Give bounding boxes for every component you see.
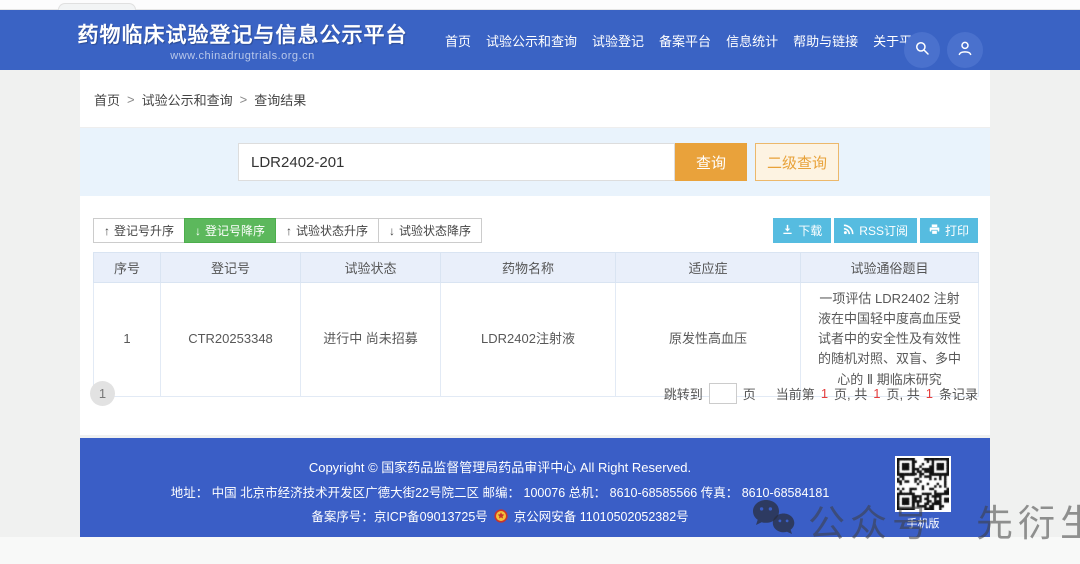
rss-button[interactable]: RSS订阅: [834, 218, 917, 243]
breadcrumb: 首页 > 试验公示和查询 > 查询结果: [94, 70, 306, 128]
cell-indication: 原发性高血压: [616, 283, 801, 397]
download-button[interactable]: 下载: [773, 218, 831, 243]
footer-address: 地址： 中国 北京市经济技术开发区广德大街22号院二区 邮编： 100076 总…: [80, 482, 920, 501]
nav-home[interactable]: 首页: [445, 31, 471, 50]
sort-status-desc-button[interactable]: ↓ 试验状态降序: [378, 218, 482, 243]
nav-statistics[interactable]: 信息统计: [726, 31, 778, 50]
action-button-label: 下载: [798, 222, 822, 239]
breadcrumb-current: 查询结果: [254, 90, 306, 109]
download-icon: [782, 224, 793, 238]
footer-filing-line: 备案序号：京ICP备09013725号 京公网安备 11010502052382…: [80, 506, 920, 525]
nav-trial-search[interactable]: 试验公示和查询: [486, 31, 577, 50]
action-button-group: 下载 RSS订阅 打印: [773, 218, 978, 243]
cell-drug-name: LDR2402注射液: [441, 283, 616, 397]
nav-filing-platform[interactable]: 备案平台: [659, 31, 711, 50]
results-section: ↑ 登记号升序 ↓ 登记号降序 ↑ 试验状态升序 ↓ 试验状态降序 下载: [80, 196, 990, 435]
nav-trial-register[interactable]: 试验登记: [592, 31, 644, 50]
breadcrumb-separator: >: [127, 92, 135, 107]
results-table: 序号 登记号 试验状态 药物名称 适应症 试验通俗题目 1 CTR2025334…: [93, 252, 979, 397]
site-header: 药物临床试验登记与信息公示平台 www.chinadrugtrials.org.…: [0, 10, 1080, 70]
action-button-label: 打印: [945, 222, 969, 239]
main-nav: 首页 试验公示和查询 试验登记 备案平台 信息统计 帮助与链接 关于平台: [445, 10, 925, 70]
records-suffix: 条记录: [939, 384, 978, 403]
col-registration-number: 登记号: [161, 253, 301, 283]
site-title: 药物临床试验登记与信息公示平台: [75, 19, 410, 49]
records-separator-text: 页, 共: [887, 384, 920, 403]
current-page-prefix: 当前第: [776, 384, 815, 403]
sort-button-label: 试验状态降序: [399, 222, 471, 239]
print-icon: [929, 224, 940, 238]
sort-button-label: 登记号降序: [205, 222, 265, 239]
page-1-button[interactable]: 1: [90, 381, 115, 406]
sort-button-label: 试验状态升序: [296, 222, 368, 239]
nav-help-links[interactable]: 帮助与链接: [793, 31, 858, 50]
total-pages-number: 1: [873, 386, 880, 401]
print-button[interactable]: 打印: [920, 218, 978, 243]
breadcrumb-home[interactable]: 首页: [94, 90, 120, 109]
sort-button-group: ↑ 登记号升序 ↓ 登记号降序 ↑ 试验状态升序 ↓ 试验状态降序: [93, 218, 481, 243]
icp-filing-text[interactable]: 备案序号：京ICP备09013725号: [311, 506, 487, 525]
browser-chrome-sliver: [0, 0, 1080, 10]
breadcrumb-section: 首页 > 试验公示和查询 > 查询结果: [80, 70, 990, 128]
table-header-row: 序号 登记号 试验状态 药物名称 适应症 试验通俗题目: [94, 253, 979, 283]
search-section: 查询 二级查询: [80, 128, 990, 196]
header-search-button[interactable]: [904, 32, 940, 68]
cell-registration-number[interactable]: CTR20253348: [161, 283, 301, 397]
sort-regno-asc-button[interactable]: ↑ 登记号升序: [93, 218, 185, 243]
col-trial-title: 试验通俗题目: [801, 253, 979, 283]
qr-caption: 手机版: [891, 515, 955, 531]
sort-desc-icon: ↓: [389, 224, 395, 238]
advanced-query-button[interactable]: 二级查询: [755, 143, 839, 181]
mobile-qr-code: [895, 456, 951, 512]
breadcrumb-separator: >: [240, 92, 248, 107]
user-icon: [956, 39, 974, 62]
site-logo[interactable]: 药物临床试验登记与信息公示平台 www.chinadrugtrials.org.…: [75, 19, 410, 62]
sort-desc-icon: ↓: [195, 224, 201, 238]
breadcrumb-trial-search[interactable]: 试验公示和查询: [142, 90, 233, 109]
page-unit: 页: [743, 384, 756, 403]
sort-status-asc-button[interactable]: ↑ 试验状态升序: [275, 218, 379, 243]
police-filing-text[interactable]: 京公网安备 11010502052382号: [514, 506, 689, 525]
search-icon: [913, 39, 931, 62]
jump-page-input[interactable]: [709, 383, 737, 404]
sort-asc-icon: ↑: [286, 224, 292, 238]
sort-regno-desc-button[interactable]: ↓ 登记号降序: [184, 218, 276, 243]
footer-copyright: Copyright © 国家药品监督管理局药品审评中心 All Right Re…: [80, 457, 920, 476]
record-count-number: 1: [926, 386, 933, 401]
pagination-controls: 跳转到 页 当前第 1 页, 共 1 页, 共 1 条记录: [664, 383, 978, 404]
jump-label: 跳转到: [664, 384, 703, 403]
site-footer: Copyright © 国家药品监督管理局药品审评中心 All Right Re…: [80, 438, 990, 537]
col-seq: 序号: [94, 253, 161, 283]
pages-separator-text: 页, 共: [834, 384, 867, 403]
col-drug-name: 药物名称: [441, 253, 616, 283]
rss-icon: [843, 224, 854, 238]
col-indication: 适应症: [616, 253, 801, 283]
cell-trial-title: 一项评估 LDR2402 注射液在中国轻中度高血压受试者中的安全性及有效性的随机…: [801, 283, 979, 397]
cell-seq: 1: [94, 283, 161, 397]
current-page-number: 1: [821, 386, 828, 401]
search-input[interactable]: [238, 143, 675, 181]
sort-asc-icon: ↑: [104, 224, 110, 238]
cell-trial-status: 进行中 尚未招募: [301, 283, 441, 397]
header-user-button[interactable]: [947, 32, 983, 68]
query-button[interactable]: 查询: [675, 143, 747, 181]
below-page-area: [0, 537, 1080, 564]
action-button-label: RSS订阅: [859, 222, 908, 239]
police-badge-icon: [494, 509, 508, 523]
col-trial-status: 试验状态: [301, 253, 441, 283]
page: 药物临床试验登记与信息公示平台 www.chinadrugtrials.org.…: [0, 0, 1080, 564]
sort-button-label: 登记号升序: [114, 222, 174, 239]
table-row[interactable]: 1 CTR20253348 进行中 尚未招募 LDR2402注射液 原发性高血压…: [94, 283, 979, 397]
site-url: www.chinadrugtrials.org.cn: [75, 50, 410, 62]
